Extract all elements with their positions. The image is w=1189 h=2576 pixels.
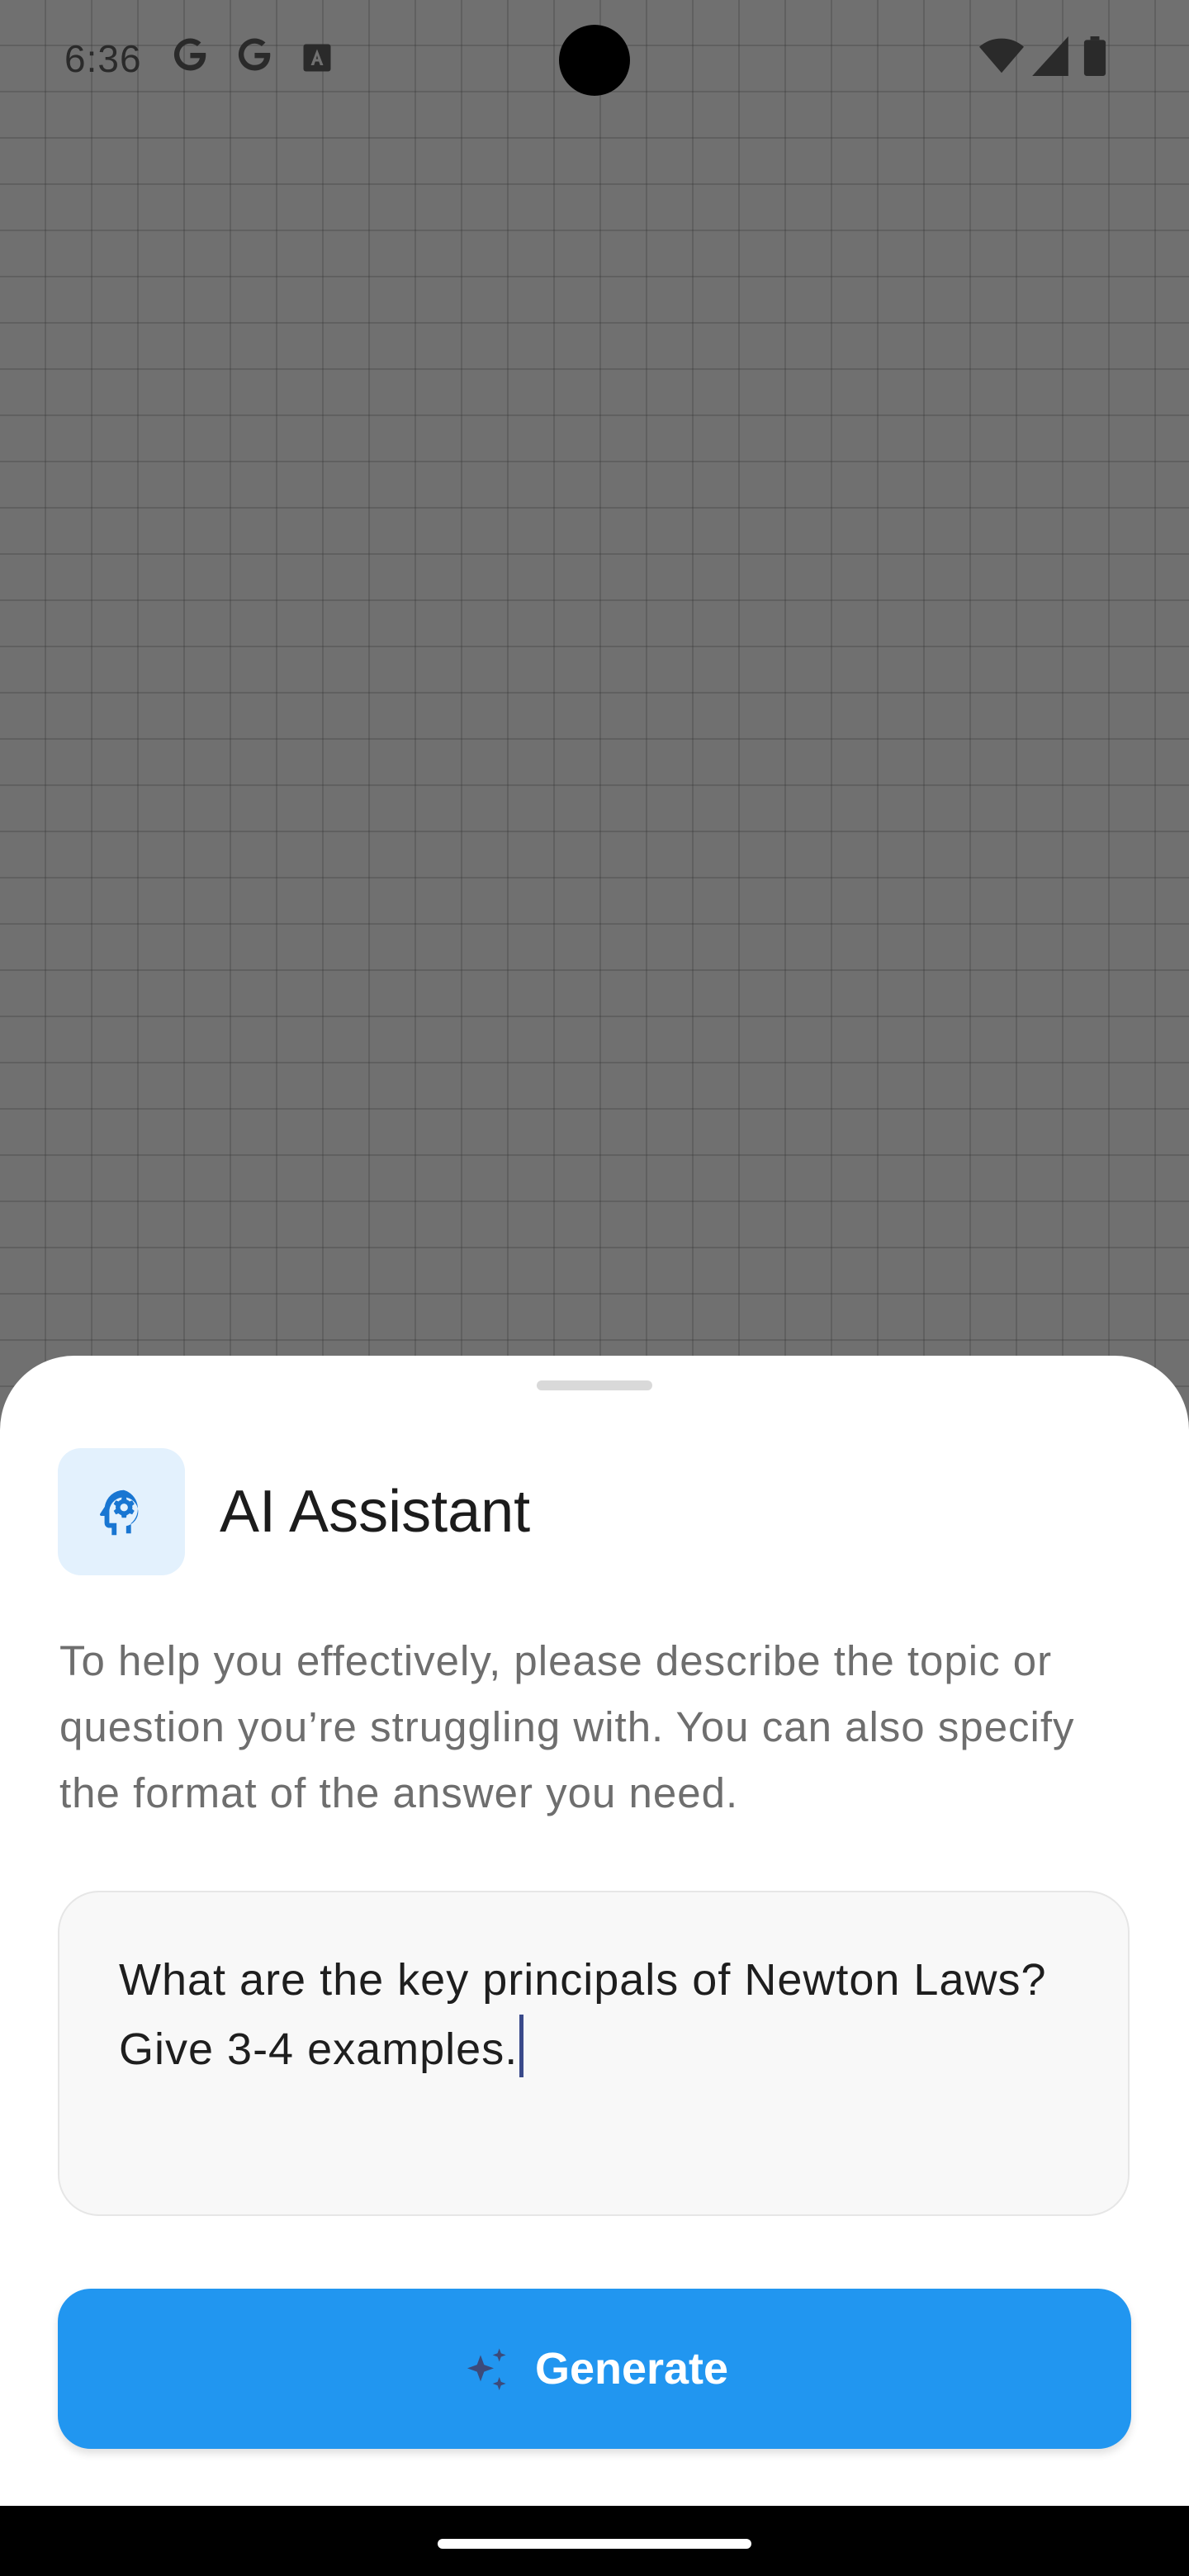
wifi-icon bbox=[979, 36, 1024, 80]
header-icon-container bbox=[58, 1448, 185, 1575]
text-a-icon bbox=[302, 43, 332, 73]
prompt-text-area[interactable]: What are the key principals of Newton La… bbox=[119, 1945, 1068, 2084]
status-time: 6:36 bbox=[64, 37, 142, 80]
google-icon bbox=[233, 33, 276, 76]
drag-handle[interactable] bbox=[537, 1380, 652, 1390]
sparkle-icon bbox=[467, 2348, 506, 2390]
prompt-input[interactable]: What are the key principals of Newton La… bbox=[58, 1891, 1130, 2216]
sheet-title: AI Assistant bbox=[220, 1479, 531, 1545]
sheet-description: To help you effectively, please describe… bbox=[59, 1637, 1075, 1816]
generate-button[interactable]: Generate bbox=[58, 2289, 1131, 2449]
home-indicator[interactable] bbox=[438, 2539, 751, 2549]
battery-icon bbox=[1083, 36, 1106, 80]
google-icon bbox=[168, 33, 211, 76]
ai-assistant-sheet: AI Assistant To help you effectively, pl… bbox=[0, 1356, 1189, 2506]
screen: 6:36 AI Assistant To help you effectivel… bbox=[0, 0, 1189, 2576]
front-camera bbox=[559, 25, 630, 96]
generate-label: Generate bbox=[534, 2344, 729, 2394]
navigation-bar bbox=[0, 2506, 1189, 2576]
prompt-value: What are the key principals of Newton La… bbox=[119, 1955, 1047, 2074]
ai-brain-icon bbox=[99, 1489, 139, 1536]
text-cursor bbox=[519, 2015, 524, 2077]
status-bar: 6:36 bbox=[0, 0, 1189, 119]
cellular-signal-icon bbox=[1032, 36, 1068, 80]
